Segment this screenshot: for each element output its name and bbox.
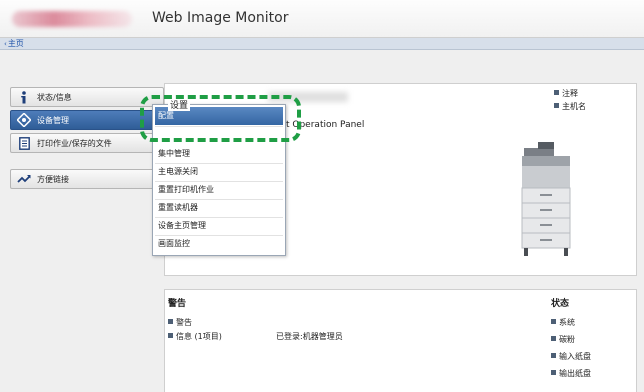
comment-label: 注释 [562,89,578,98]
status-output-tray-link[interactable]: 输出纸盘 [551,368,591,379]
app-header: Web Image Monitor [0,0,644,38]
brand-logo [12,11,132,27]
status-link-label: 输出纸盘 [559,369,591,378]
status-toner-link[interactable]: 碳粉 [551,334,575,345]
status-link-label: 输入纸盘 [559,352,591,361]
bullet-icon [551,353,556,358]
info-link-label: 信息 (1项目) [176,332,222,341]
sidebar-item-label: 打印作业/保存的文件 [37,138,112,148]
menu-divider [155,126,283,127]
info-icon [17,90,31,104]
breadcrumb-home[interactable]: 主页 [8,39,24,48]
hostname-label: 主机名 [562,102,586,111]
sidebar-item-status-info[interactable]: 状态/信息 [10,87,164,107]
panel-subtitle: t Operation Panel [286,120,365,130]
alert-link[interactable]: 警告 [168,317,192,328]
bullet-icon [554,90,559,95]
document-icon [17,136,31,150]
bullet-icon [554,103,559,108]
menu-item-reset-machine[interactable]: 重置读机器 [155,199,283,217]
bullet-icon [551,319,556,324]
status-link-label: 碳粉 [559,335,575,344]
panel-title: 设置 [168,98,191,111]
status-link-label: 系统 [559,318,575,327]
sidebar-item-label: 方便链接 [37,174,69,184]
device-management-menu: 配置 集中管理 主电源关闭 重置打印机作业 重置读机器 设备主页管理 画面监控 [152,104,286,256]
info-link[interactable]: 信息 (1项目) [168,331,222,342]
login-status: 已登录:机器管理员 [276,332,343,341]
bullet-icon [551,336,556,341]
redacted-model-name [268,92,348,102]
hostname-link[interactable]: 主机名 [554,101,586,112]
menu-item-reset-print-job[interactable]: 重置打印机作业 [155,181,283,199]
chevron-left-icon: ‹ [4,40,7,48]
arrow-link-icon [17,172,31,186]
status-input-tray-link[interactable]: 输入纸盘 [551,351,591,362]
sidebar-item-quick-links[interactable]: 方便链接 [10,169,164,189]
app-title: Web Image Monitor [152,10,289,26]
breadcrumb[interactable]: ‹主页 [4,38,24,50]
sidebar-item-label: 状态/信息 [37,92,72,102]
bullet-icon [551,370,556,375]
menu-item-main-power-off[interactable]: 主电源关闭 [155,163,283,181]
breadcrumb-bar: ‹主页 [0,38,644,50]
menu-item-central-management[interactable]: 集中管理 [155,145,283,163]
sidebar-item-print-jobs[interactable]: 打印作业/保存的文件 [10,133,164,153]
bullet-icon [168,319,173,324]
sidebar-item-label: 设备管理 [37,115,69,125]
alerts-title: 警告 [168,299,187,309]
status-system-link[interactable]: 系统 [551,317,575,328]
bullet-icon [168,333,173,338]
menu-item-screen-monitoring[interactable]: 画面监控 [155,235,283,253]
printer-image [518,140,574,266]
status-title: 状态 [551,299,570,309]
comment-link[interactable]: 注释 [554,88,578,99]
alert-link-label: 警告 [176,318,192,327]
gear-diamond-icon [17,113,31,127]
menu-item-device-home-management[interactable]: 设备主页管理 [155,217,283,235]
sidebar-item-device-management[interactable]: 设备管理 [10,110,164,130]
